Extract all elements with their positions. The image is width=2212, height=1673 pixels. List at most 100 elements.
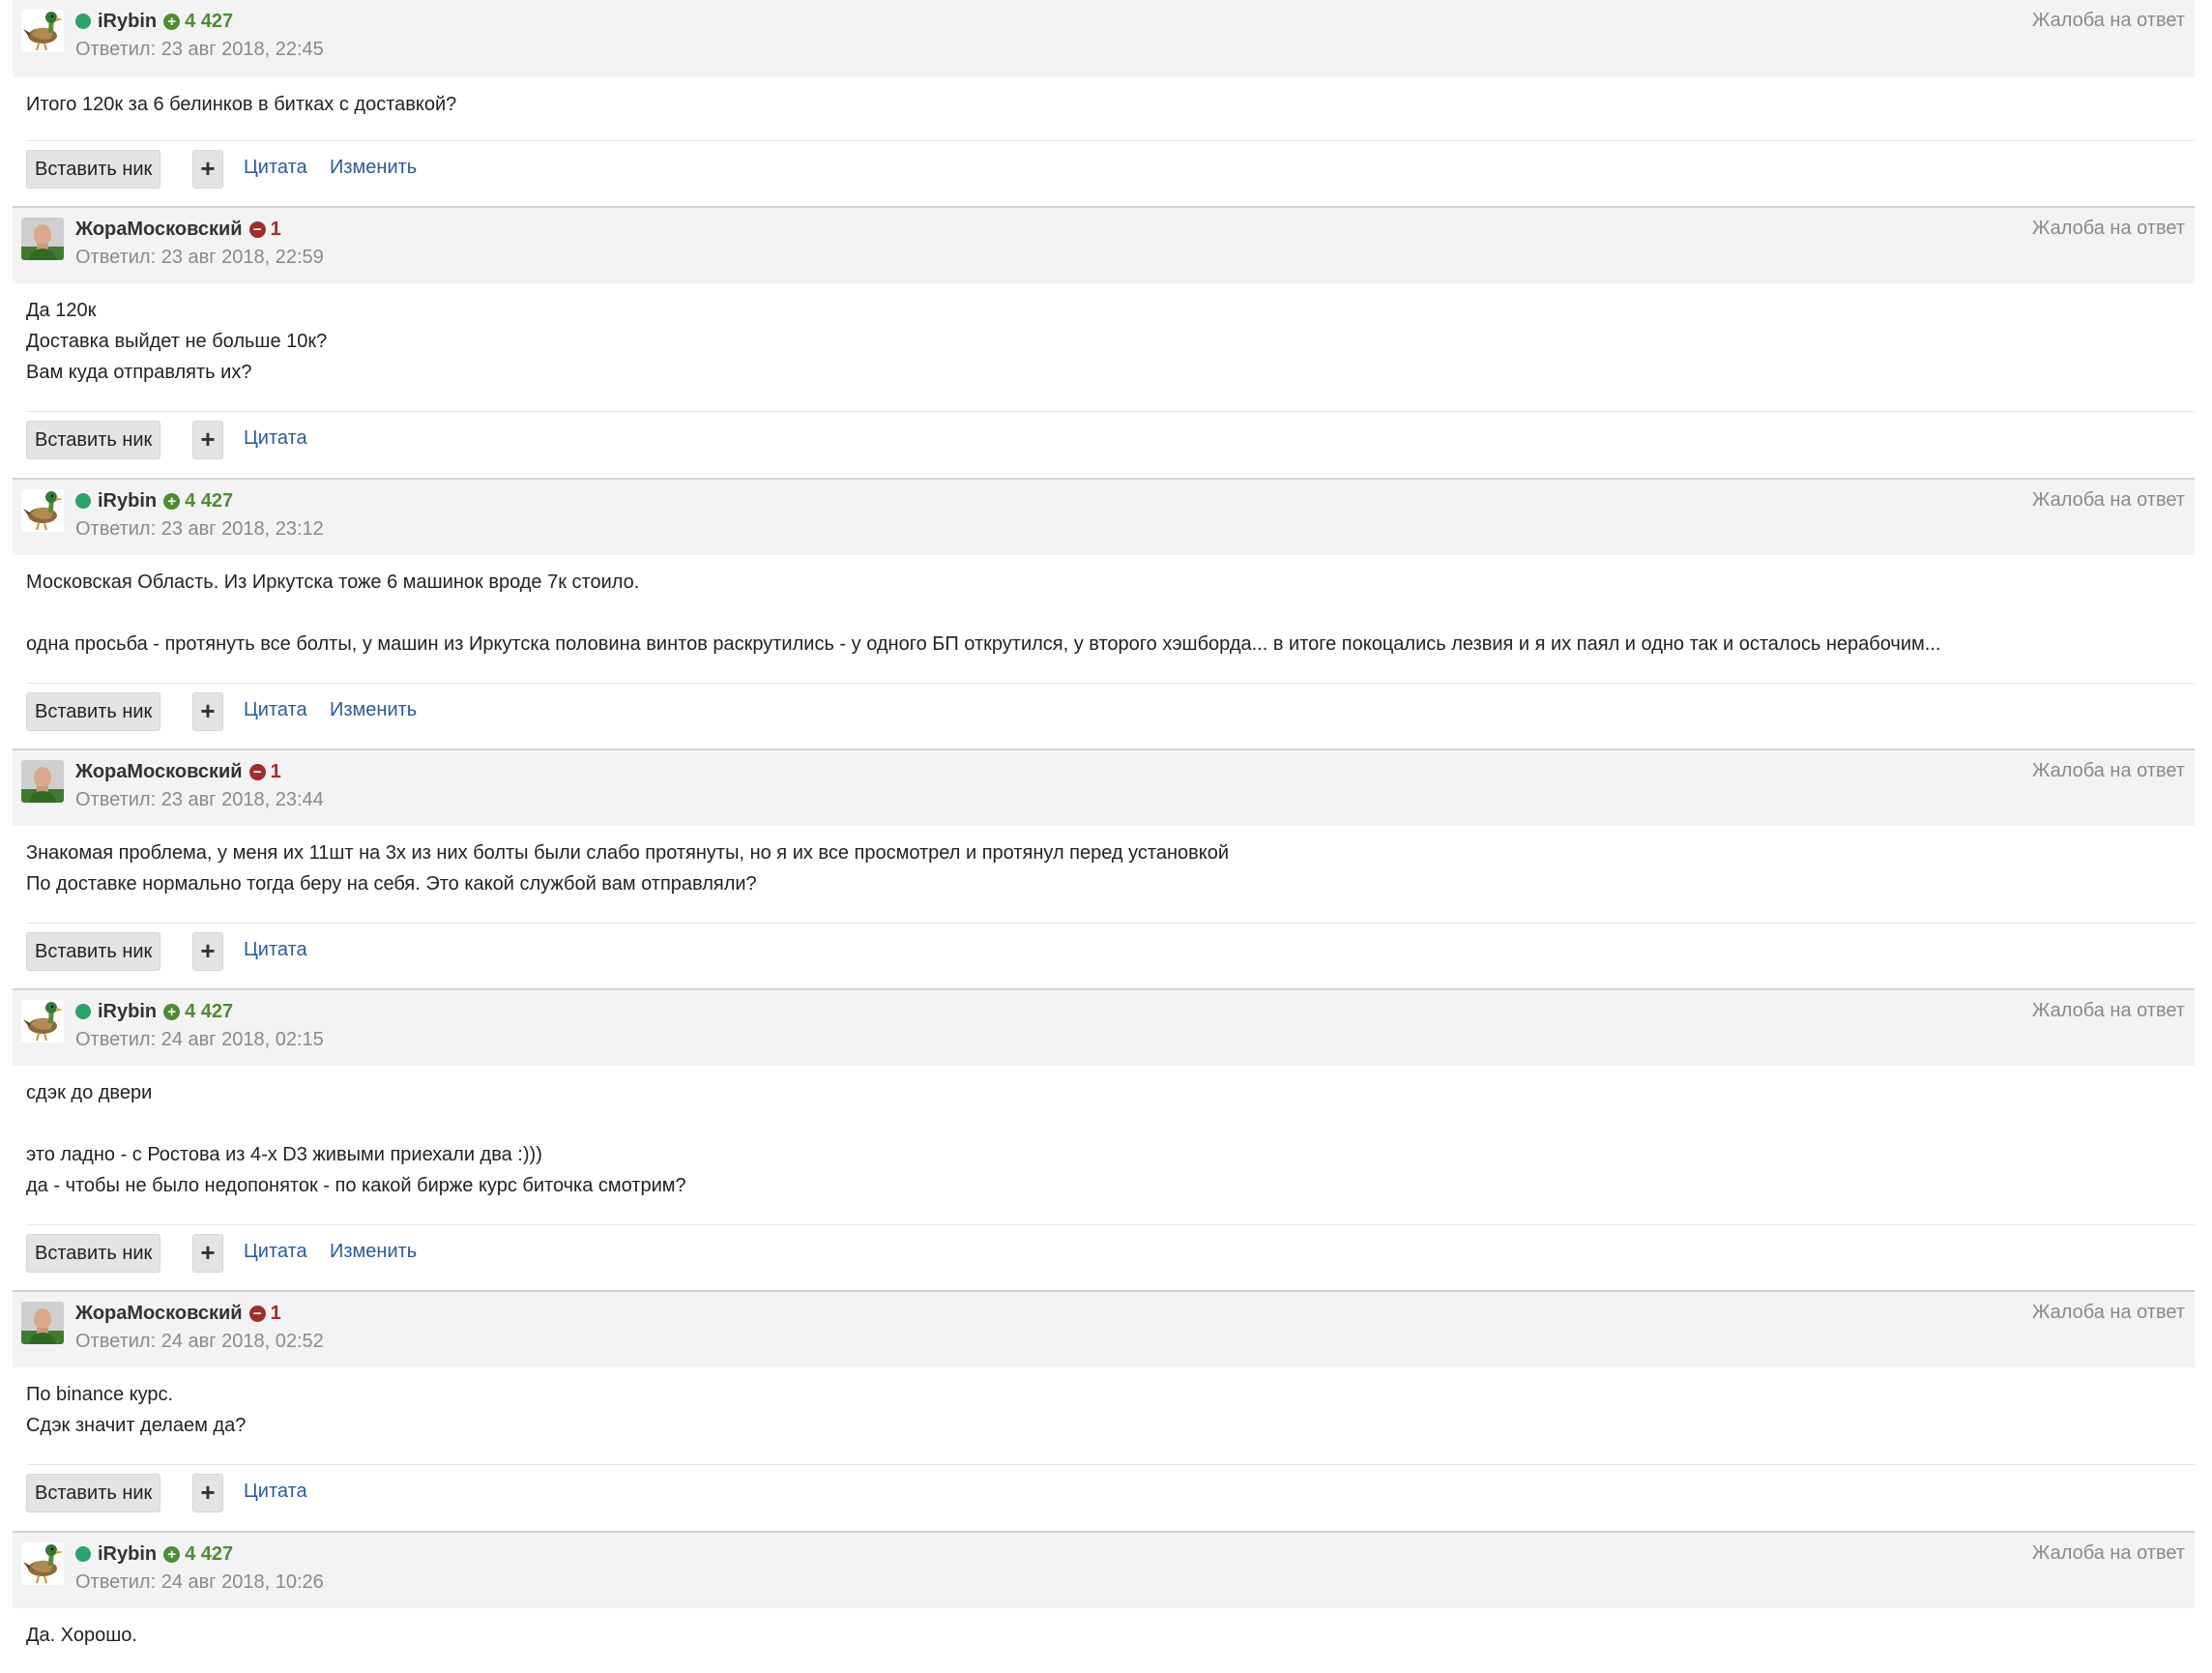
author-line: iRybin +4 427: [75, 488, 233, 514]
post-text-line: По доставке нормально тогда беру на себя…: [26, 873, 757, 895]
insert-nick-button[interactable]: Вставить ник: [26, 150, 161, 189]
rating-value: 1: [270, 1302, 281, 1324]
reputation-rating[interactable]: +4 427: [163, 1543, 233, 1566]
reputation-rating[interactable]: −1: [248, 760, 281, 783]
minus-circle-icon: −: [248, 1305, 266, 1322]
post-actions: Вставить ник + Цитата Изменить: [26, 1224, 2195, 1283]
plus-icon[interactable]: +: [192, 1474, 223, 1512]
post-body: Знакомая проблема, у меня их 11шт на 3х …: [26, 837, 2172, 899]
post-date: Ответил: 23 авг 2018, 22:45: [75, 39, 324, 60]
post-actions: Вставить ник + Цитата: [26, 411, 2195, 470]
edit-link[interactable]: Изменить: [330, 157, 417, 179]
quote-link[interactable]: Цитата: [244, 427, 307, 450]
quote-link[interactable]: Цитата: [244, 939, 307, 961]
report-link[interactable]: Жалоба на ответ: [2032, 1302, 2185, 1324]
author-name[interactable]: ЖораМосковский: [75, 219, 243, 241]
insert-nick-button[interactable]: Вставить ник: [26, 421, 161, 459]
author-name[interactable]: iRybin: [98, 11, 157, 33]
plus-icon[interactable]: +: [192, 1234, 223, 1273]
plus-icon[interactable]: +: [192, 692, 223, 731]
reputation-rating[interactable]: −1: [248, 219, 281, 241]
report-link[interactable]: Жалоба на ответ: [2032, 760, 2185, 782]
post-header: iRybin +4 427 Ответил: 24 авг 2018, 10:26 Ж…: [13, 1531, 2195, 1608]
post-date: Ответил: 23 авг 2018, 23:44: [75, 789, 324, 810]
post-date: Ответил: 24 авг 2018, 02:52: [75, 1331, 324, 1352]
author-line: iRybin +4 427: [75, 999, 233, 1024]
insert-nick-button[interactable]: Вставить ник: [26, 1474, 161, 1512]
post-date: Ответил: 24 авг 2018, 10:26: [75, 1571, 324, 1593]
post-text-line: Доставка выйдет не больше 10к?: [26, 331, 328, 352]
plus-icon[interactable]: +: [192, 421, 223, 459]
post-text-line: По binance курс.: [26, 1384, 174, 1405]
report-link[interactable]: Жалоба на ответ: [2032, 10, 2185, 32]
post-header: ЖораМосковский −1 Ответил: 23 авг 2018, 23…: [13, 748, 2195, 826]
post-text-line: Московская Область. Из Иркутска тоже 6 м…: [26, 572, 640, 593]
quote-link[interactable]: Цитата: [244, 1241, 307, 1263]
quote-link[interactable]: Цитата: [244, 699, 307, 721]
author-name[interactable]: iRybin: [98, 1543, 157, 1566]
online-status-icon: [75, 493, 91, 509]
post-body: По binance курс. Сдэк значит делаем да?: [26, 1379, 2172, 1441]
post-body: Итого 120к за 6 белинков в битках с дост…: [26, 89, 2172, 120]
plus-icon[interactable]: +: [192, 150, 223, 189]
author-line: ЖораМосковский −1: [75, 759, 281, 784]
online-status-icon: [75, 1004, 91, 1019]
minus-circle-icon: −: [248, 220, 266, 238]
post-body: Московская Область. Из Иркутска тоже 6 м…: [26, 567, 2172, 660]
post-actions: Вставить ник + Цитата: [26, 923, 2195, 982]
post-text-line: Сдэк значит делаем да?: [26, 1415, 247, 1436]
post-date: Ответил: 23 авг 2018, 23:12: [75, 518, 324, 540]
author-name[interactable]: ЖораМосковский: [75, 761, 243, 783]
rating-value: 4 427: [185, 1542, 234, 1565]
post-header: iRybin +4 427 Ответил: 23 авг 2018, 23:12 Ж…: [13, 478, 2195, 555]
post-text-line: [26, 1108, 2172, 1139]
user-avatar[interactable]: [21, 1302, 64, 1344]
user-avatar[interactable]: [21, 10, 64, 52]
rating-value: 4 427: [185, 489, 234, 512]
edit-link[interactable]: Изменить: [330, 699, 417, 721]
online-status-icon: [75, 14, 91, 29]
report-link[interactable]: Жалоба на ответ: [2032, 1000, 2185, 1022]
user-avatar[interactable]: [21, 760, 64, 803]
post-date: Ответил: 23 авг 2018, 22:59: [75, 247, 324, 268]
user-avatar[interactable]: [21, 218, 64, 260]
author-line: ЖораМосковский −1: [75, 1301, 281, 1326]
post-text-line: это ладно - с Ростова из 4-х D3 живыми п…: [26, 1144, 542, 1165]
plus-circle-icon: +: [163, 492, 181, 510]
plus-icon[interactable]: +: [192, 932, 223, 971]
report-link[interactable]: Жалоба на ответ: [2032, 1542, 2185, 1565]
insert-nick-button[interactable]: Вставить ник: [26, 692, 161, 731]
author-name[interactable]: iRybin: [98, 490, 157, 513]
reputation-rating[interactable]: +4 427: [163, 490, 233, 513]
author-name[interactable]: iRybin: [98, 1001, 157, 1023]
post-text-line: Да. Хорошо.: [26, 1625, 137, 1646]
post-actions: Вставить ник + Цитата: [26, 1464, 2195, 1523]
reputation-rating[interactable]: +4 427: [163, 1001, 233, 1023]
post-body: сдэк до двери это ладно - с Ростова из 4-…: [26, 1077, 2172, 1201]
post-text-line: [26, 598, 2172, 629]
reputation-rating[interactable]: +4 427: [163, 11, 233, 33]
insert-nick-button[interactable]: Вставить ник: [26, 1234, 161, 1273]
report-link[interactable]: Жалоба на ответ: [2032, 489, 2185, 512]
reputation-rating[interactable]: −1: [248, 1302, 281, 1325]
author-name[interactable]: ЖораМосковский: [75, 1303, 243, 1325]
report-link[interactable]: Жалоба на ответ: [2032, 218, 2185, 240]
user-avatar[interactable]: [21, 1542, 64, 1585]
post-text-line: Итого 120к за 6 белинков в битках с дост…: [26, 94, 457, 115]
quote-link[interactable]: Цитата: [244, 157, 307, 179]
post-header: iRybin +4 427 Ответил: 24 авг 2018, 02:15 Ж…: [13, 988, 2195, 1066]
rating-value: 4 427: [185, 10, 234, 32]
post-text-line: одна просьба - протянуть все болты, у ма…: [26, 633, 1941, 655]
quote-link[interactable]: Цитата: [244, 1481, 307, 1503]
author-line: iRybin +4 427: [75, 9, 233, 34]
edit-link[interactable]: Изменить: [330, 1241, 417, 1263]
rating-value: 1: [270, 760, 281, 782]
user-avatar[interactable]: [21, 1000, 64, 1042]
user-avatar[interactable]: [21, 489, 64, 532]
post-actions: Вставить ник + Цитата Изменить: [26, 683, 2195, 742]
insert-nick-button[interactable]: Вставить ник: [26, 932, 161, 971]
rating-value: 4 427: [185, 1000, 234, 1022]
post-text-line: Да 120к: [26, 300, 97, 321]
post-header: ЖораМосковский −1 Ответил: 24 авг 2018, 02…: [13, 1290, 2195, 1367]
author-line: iRybin +4 427: [75, 1541, 233, 1567]
